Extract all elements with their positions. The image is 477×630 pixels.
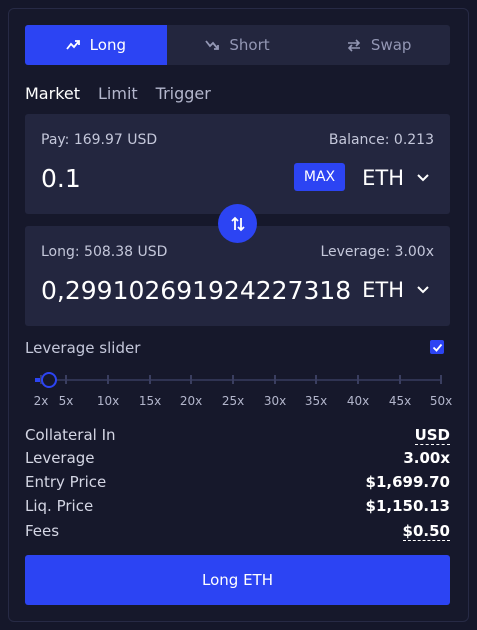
collateral-value[interactable]: USD xyxy=(414,426,450,445)
slider-mark-label[interactable]: 50x xyxy=(430,394,452,408)
fees-label: Fees xyxy=(25,522,60,540)
check-icon xyxy=(432,343,442,352)
collateral-label: Collateral In xyxy=(25,426,116,444)
leverage-slider-track[interactable] xyxy=(35,379,442,381)
slider-mark-label[interactable]: 45x xyxy=(389,394,411,408)
long-amount-input[interactable]: 0,29910269192422731⁠8 xyxy=(41,276,351,305)
slider-mark-label[interactable]: 10x xyxy=(97,394,119,408)
order-type-selector: Market Limit Trigger xyxy=(25,84,211,103)
tab-short-label: Short xyxy=(229,36,270,54)
long-token-selector[interactable]: ETH xyxy=(362,278,430,302)
slider-tick xyxy=(315,375,317,384)
chevron-down-icon xyxy=(417,286,429,294)
fees-row: Fees $0.50 xyxy=(25,522,450,541)
slider-tick xyxy=(357,375,359,384)
order-type-limit[interactable]: Limit xyxy=(98,84,138,103)
order-type-market[interactable]: Market xyxy=(25,84,80,103)
leverage-slider-checkbox[interactable] xyxy=(430,340,444,354)
leverage-slider-label: Leverage slider xyxy=(25,339,141,357)
balance-label[interactable]: Balance: 0.213 xyxy=(329,132,434,148)
slider-mark-label[interactable]: 25x xyxy=(222,394,244,408)
slider-mark-label[interactable]: 40x xyxy=(347,394,369,408)
tab-swap[interactable]: Swap xyxy=(308,25,450,65)
slider-mark-label[interactable]: 15x xyxy=(139,394,161,408)
pay-token-selector[interactable]: ETH xyxy=(362,166,430,190)
slider-tick xyxy=(149,375,151,384)
order-type-trigger[interactable]: Trigger xyxy=(156,84,211,103)
slider-tick xyxy=(65,375,67,384)
long-usd-label: Long: 508.38 USD xyxy=(41,244,168,260)
tab-short[interactable]: Short xyxy=(167,25,309,65)
slider-mark-label[interactable]: 30x xyxy=(264,394,286,408)
leverage-row: Leverage 3.00x xyxy=(25,449,450,467)
slider-mark-label[interactable]: 2x xyxy=(34,394,49,408)
pay-usd-label: Pay: 169.97 USD xyxy=(41,132,158,148)
pay-amount-input[interactable]: 0.1 xyxy=(41,164,81,193)
liq-price-row: Liq. Price $1,150.13 xyxy=(25,497,450,515)
swap-vertical-icon xyxy=(230,216,245,231)
entry-price-row: Entry Price $1,699.70 xyxy=(25,473,450,491)
leverage-slider-handle[interactable] xyxy=(41,372,57,388)
slider-tick xyxy=(440,375,442,384)
slider-tick xyxy=(274,375,276,384)
slider-mark-label[interactable]: 35x xyxy=(305,394,327,408)
pay-box: Pay: 169.97 USD Balance: 0.213 0.1 MAX E… xyxy=(25,114,450,214)
slider-tick xyxy=(190,375,192,384)
pay-token-symbol: ETH xyxy=(362,166,404,190)
entry-price-value: $1,699.70 xyxy=(365,473,450,491)
trade-mode-tabs: Long Short Swap xyxy=(25,25,450,65)
long-token-symbol: ETH xyxy=(362,278,404,302)
entry-price-label: Entry Price xyxy=(25,473,107,491)
swap-arrows-icon xyxy=(347,39,361,52)
slider-mark-label[interactable]: 5x xyxy=(59,394,74,408)
liq-price-label: Liq. Price xyxy=(25,497,94,515)
tab-long-label: Long xyxy=(89,36,126,54)
leverage-value: 3.00x xyxy=(403,449,450,467)
collateral-row: Collateral In USD xyxy=(25,426,450,445)
tab-swap-label: Swap xyxy=(370,36,412,54)
long-eth-button[interactable]: Long ETH xyxy=(25,555,450,605)
slider-tick xyxy=(399,375,401,384)
leverage-label: Leverage xyxy=(25,449,95,467)
slider-tick xyxy=(107,375,109,384)
switch-direction-button[interactable] xyxy=(218,204,257,243)
trend-up-icon xyxy=(65,40,80,50)
slider-tick xyxy=(232,375,234,384)
fees-value[interactable]: $0.50 xyxy=(402,522,450,541)
chevron-down-icon xyxy=(417,174,429,182)
max-button[interactable]: MAX xyxy=(294,163,345,191)
liq-price-value: $1,150.13 xyxy=(365,497,450,515)
trend-down-icon xyxy=(205,40,220,50)
slider-mark-label[interactable]: 20x xyxy=(180,394,202,408)
tab-long[interactable]: Long xyxy=(25,25,167,65)
leverage-readout: Leverage: 3.00x xyxy=(320,244,434,260)
